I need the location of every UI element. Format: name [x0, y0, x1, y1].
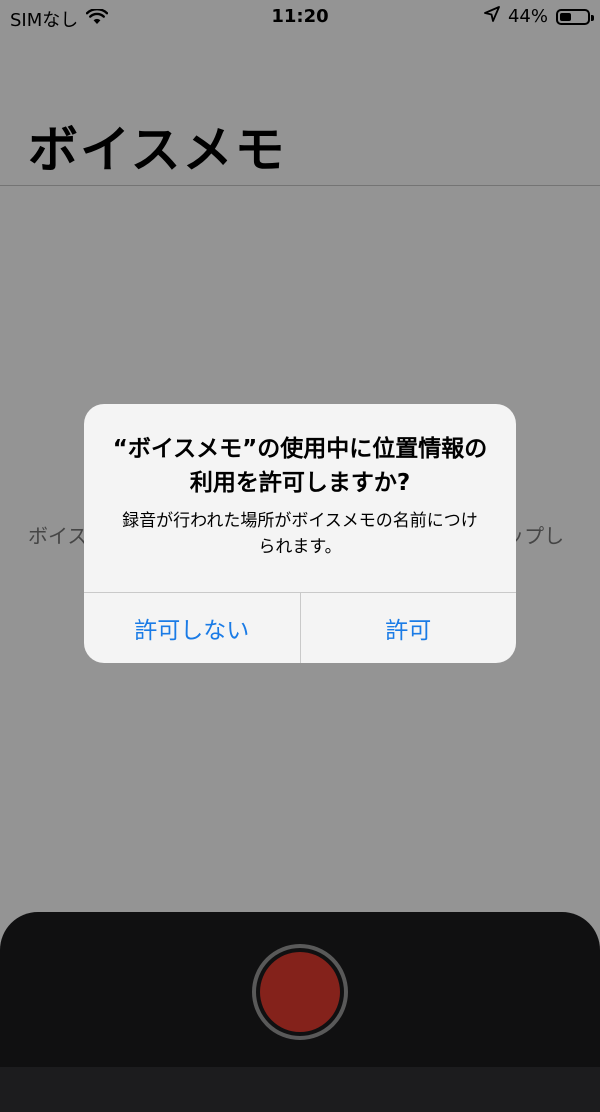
alert-message: 録音が行われた場所がボイスメモの名前につけられます。: [122, 511, 478, 557]
allow-button[interactable]: 許可: [299, 593, 517, 663]
deny-button[interactable]: 許可しない: [84, 593, 300, 663]
alert-button-row: 許可しない 許可: [84, 592, 516, 663]
alert-title: “ボイスメモ”の使用中に位置情報の利用を許可しますか?: [112, 436, 488, 496]
location-permission-alert: “ボイスメモ”の使用中に位置情報の利用を許可しますか? 録音が行われた場所がボイ…: [84, 404, 516, 663]
